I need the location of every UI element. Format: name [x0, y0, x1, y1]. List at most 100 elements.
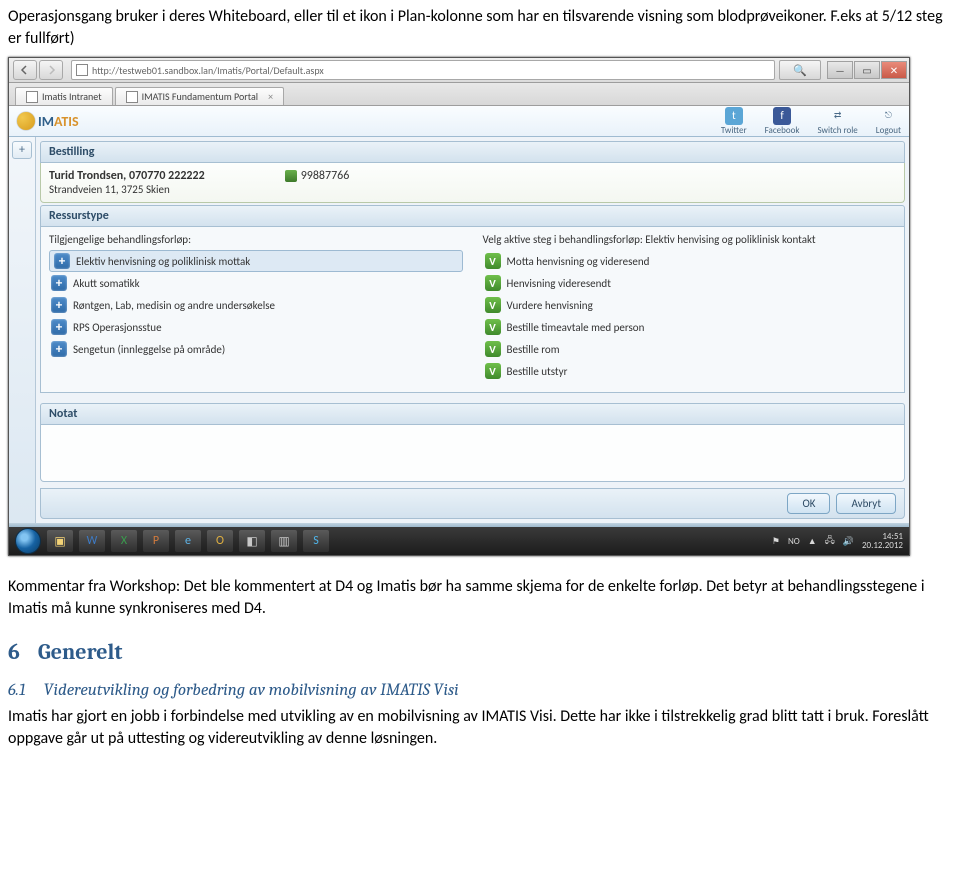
top-switch-role[interactable]: ⇄ Switch role — [817, 107, 857, 136]
top-label: Switch role — [817, 125, 857, 136]
search-icon: 🔍 — [793, 64, 807, 77]
tray-date: 20.12.2012 — [862, 541, 903, 550]
h61-number: 6.1 — [8, 681, 26, 700]
top-facebook[interactable]: f Facebook — [765, 107, 800, 136]
cancel-button[interactable]: Avbryt — [836, 493, 896, 514]
section-header-ressurstype[interactable]: Ressurstype — [40, 205, 905, 227]
browser-address-bar: http://testweb01.sandbox.lan/Imatis/Port… — [9, 58, 909, 83]
ressurstype-panel: Tilgjengelige behandlingsforløp: + Elekt… — [40, 227, 905, 393]
imatis-logo: IMATIS — [17, 112, 79, 130]
brand-im: IM — [38, 113, 54, 130]
right-column: Velg aktive steg i behandlingsforløp: El… — [483, 233, 897, 382]
browser-tab-2[interactable]: IMATIS Fundamentum Portal × — [115, 87, 284, 105]
item-label: Bestille utstyr — [507, 365, 568, 378]
item-label: Akutt somatikk — [73, 277, 140, 290]
patient-address: Strandveien 11, 3725 Skien — [49, 183, 896, 196]
item-label: Henvisning videresendt — [507, 277, 611, 290]
tab-close-icon[interactable]: × — [268, 90, 273, 103]
item-label: Røntgen, Lab, medisin og andre undersøke… — [73, 299, 275, 312]
side-strip: + — [9, 137, 36, 523]
ok-button[interactable]: OK — [787, 493, 830, 514]
patient-panel: Turid Trondsen, 070770 222222 99887766 S… — [40, 163, 905, 203]
nav-forward-button[interactable] — [39, 60, 63, 80]
right-column-title: Velg aktive steg i behandlingsforløp: El… — [483, 233, 897, 250]
browser-tab-1[interactable]: Imatis Intranet — [15, 87, 113, 105]
left-column-title: Tilgjengelige behandlingsforløp: — [49, 233, 463, 250]
plus-icon: + — [51, 275, 67, 291]
intro-paragraph: Operasjonsgang bruker i deres Whiteboard… — [8, 6, 952, 49]
tab1-label: Imatis Intranet — [42, 90, 102, 103]
window-minimize-button[interactable]: — — [827, 61, 853, 79]
section-header-bestilling[interactable]: Bestilling — [40, 141, 905, 163]
step-row[interactable]: V Vurdere henvisning — [483, 294, 897, 316]
item-label: Bestille timeavtale med person — [507, 321, 645, 334]
item-label: Motta henvisning og videresend — [507, 255, 650, 268]
imatis-header: IMATIS t Twitter f Facebook ⇄ Switch rol… — [9, 106, 909, 137]
taskbar-word-icon[interactable]: W — [79, 530, 105, 552]
h6-title: Generelt — [38, 639, 123, 665]
check-icon: V — [485, 319, 501, 335]
twitter-icon: t — [725, 107, 743, 125]
step-row[interactable]: V Bestille timeavtale med person — [483, 316, 897, 338]
item-label: Sengetun (innleggelse på område) — [73, 343, 225, 356]
taskbar-excel-icon[interactable]: X — [111, 530, 137, 552]
top-label: Facebook — [765, 125, 800, 136]
taskbar-app-icon[interactable]: ◧ — [239, 530, 265, 552]
top-logout[interactable]: ⎋ Logout — [876, 107, 901, 136]
windows-taskbar: ▣ W X P e O ◧ ▥ S ⚑ NO ▲ 🖧 🔊 14:51 20.12… — [9, 527, 909, 555]
treatment-row[interactable]: + Røntgen, Lab, medisin og andre undersø… — [49, 294, 463, 316]
top-label: Twitter — [721, 125, 747, 136]
step-row[interactable]: V Bestille utstyr — [483, 360, 897, 382]
taskbar-powerpoint-icon[interactable]: P — [143, 530, 169, 552]
h61-title: Videreutvikling og forbedring av mobilvi… — [44, 681, 459, 700]
patient-name: Turid Trondsen, 070770 222222 — [49, 169, 205, 183]
taskbar-explorer-icon[interactable]: ▣ — [47, 530, 73, 552]
nav-back-button[interactable] — [13, 60, 37, 80]
treatment-row[interactable]: + Sengetun (innleggelse på område) — [49, 338, 463, 360]
app-screenshot: http://testweb01.sandbox.lan/Imatis/Port… — [8, 57, 910, 556]
facebook-icon: f — [773, 107, 791, 125]
taskbar-skype-icon[interactable]: S — [303, 530, 329, 552]
tray-lang[interactable]: NO — [788, 536, 800, 547]
treatment-row[interactable]: + RPS Operasjonsstue — [49, 316, 463, 338]
url-field[interactable]: http://testweb01.sandbox.lan/Imatis/Port… — [71, 60, 775, 80]
treatment-row[interactable]: + Elektiv henvisning og poliklinisk mott… — [49, 250, 463, 272]
url-text: http://testweb01.sandbox.lan/Imatis/Port… — [92, 64, 324, 77]
treatment-row[interactable]: + Akutt somatikk — [49, 272, 463, 294]
phone-icon — [285, 170, 297, 182]
browser-tab-strip: Imatis Intranet IMATIS Fundamentum Porta… — [9, 83, 909, 106]
step-row[interactable]: V Henvisning videresendt — [483, 272, 897, 294]
top-twitter[interactable]: t Twitter — [721, 107, 747, 136]
plus-icon: + — [51, 341, 67, 357]
tray-sound-icon[interactable]: 🔊 — [843, 536, 854, 547]
patient-phone: 99887766 — [301, 169, 350, 183]
search-button[interactable]: 🔍 — [779, 60, 821, 80]
taskbar-ie-icon[interactable]: e — [175, 530, 201, 552]
tray-flag-icon[interactable]: ⚑ — [772, 536, 780, 547]
check-icon: V — [485, 341, 501, 357]
tray-up-icon[interactable]: ▲ — [808, 536, 817, 547]
tray-network-icon[interactable]: 🖧 — [825, 533, 835, 549]
item-label: Vurdere henvisning — [507, 299, 593, 312]
logo-orb-icon — [17, 112, 35, 130]
step-row[interactable]: V Motta henvisning og videresend — [483, 250, 897, 272]
taskbar-outlook-icon[interactable]: O — [207, 530, 233, 552]
item-label: Elektiv henvisning og poliklinisk mottak — [76, 255, 250, 268]
notat-textarea[interactable] — [40, 425, 905, 482]
heading-6-1: 6.1 Videreutvikling og forbedring av mobi… — [8, 681, 952, 700]
step-row[interactable]: V Bestille rom — [483, 338, 897, 360]
window-maximize-button[interactable]: ▭ — [854, 61, 880, 79]
h6-number: 6 — [8, 639, 20, 665]
start-button[interactable] — [15, 528, 41, 554]
window-close-button[interactable]: ✕ — [881, 61, 907, 79]
item-label: Bestille rom — [507, 343, 560, 356]
check-icon: V — [485, 297, 501, 313]
taskbar-app-icon[interactable]: ▥ — [271, 530, 297, 552]
switch-icon: ⇄ — [829, 107, 847, 125]
section-header-notat[interactable]: Notat — [40, 403, 905, 425]
tab-favicon — [26, 91, 38, 103]
side-add-button[interactable]: + — [12, 141, 32, 159]
check-icon: V — [485, 363, 501, 379]
logout-icon: ⎋ — [879, 107, 897, 125]
top-label: Logout — [876, 125, 901, 136]
